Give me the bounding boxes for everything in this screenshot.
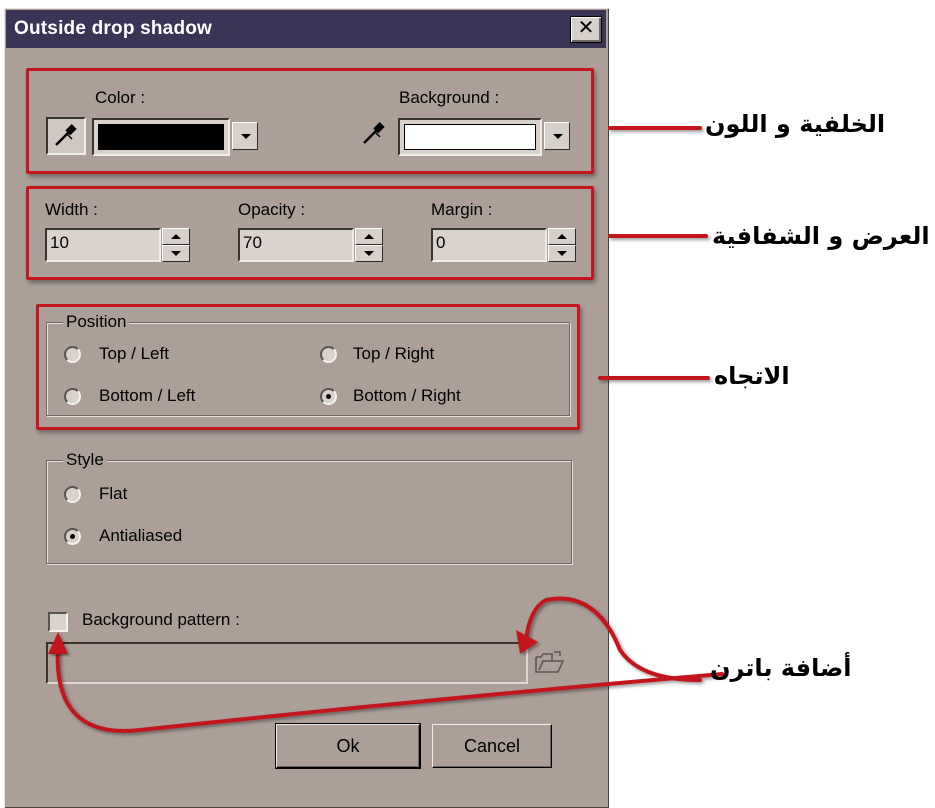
annotation-label-position: الاتجاه [714, 362, 790, 390]
annotation-label-colors: الخلفية و اللون [705, 110, 886, 138]
annotation-curve-checkbox [55, 644, 724, 733]
arrowhead-checkbox [48, 632, 68, 654]
annotation-label-pattern: أضافة باترن [710, 654, 852, 682]
annotation-label-dimensions: العرض و الشفافية [712, 222, 930, 250]
annotation-curve-browse [524, 596, 702, 682]
